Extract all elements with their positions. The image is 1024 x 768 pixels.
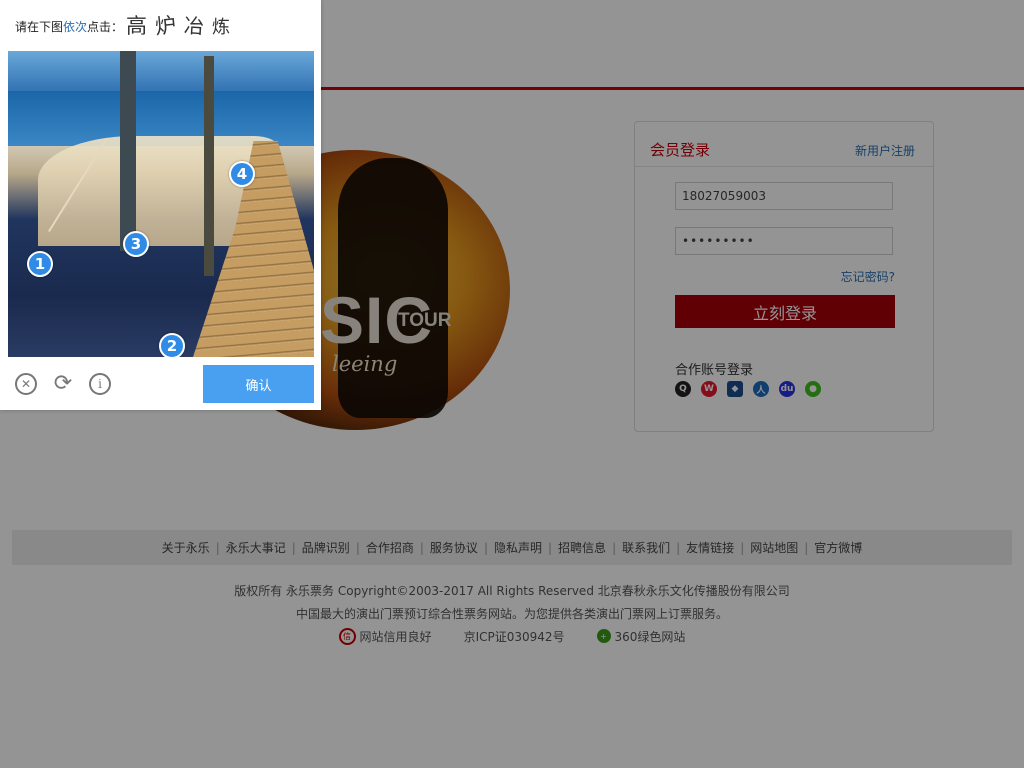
captcha-image-post <box>204 56 214 276</box>
target-char-3: 冶 <box>183 13 205 39</box>
refresh-icon[interactable]: ⟳ <box>52 373 74 395</box>
captcha-prompt: 请在下图依次点击： <box>15 18 123 35</box>
click-marker-4[interactable]: 4 <box>229 161 255 187</box>
confirm-button[interactable]: 确认 <box>203 365 314 403</box>
target-char-1: 高 <box>126 14 147 38</box>
captcha-image-post <box>120 51 136 251</box>
prompt-suffix: 点击： <box>87 20 124 34</box>
target-char-2: 炉 <box>153 12 178 40</box>
prompt-highlight: 依次 <box>63 20 88 34</box>
click-marker-3[interactable]: 3 <box>123 231 149 257</box>
click-marker-1[interactable]: 1 <box>27 251 53 277</box>
info-icon[interactable]: i <box>89 373 111 395</box>
captcha-target-chars: 高 炉 冶 炼 <box>126 10 238 40</box>
captcha-image[interactable]: 1 2 3 4 <box>8 51 314 357</box>
prompt-prefix: 请在下图 <box>15 20 64 34</box>
captcha-dialog: 请在下图依次点击： 高 炉 冶 炼 1 2 3 4 ✕ ⟳ i 确认 <box>0 0 321 410</box>
click-marker-2[interactable]: 2 <box>159 333 185 357</box>
close-icon[interactable]: ✕ <box>15 373 37 395</box>
target-char-4: 炼 <box>212 17 230 38</box>
